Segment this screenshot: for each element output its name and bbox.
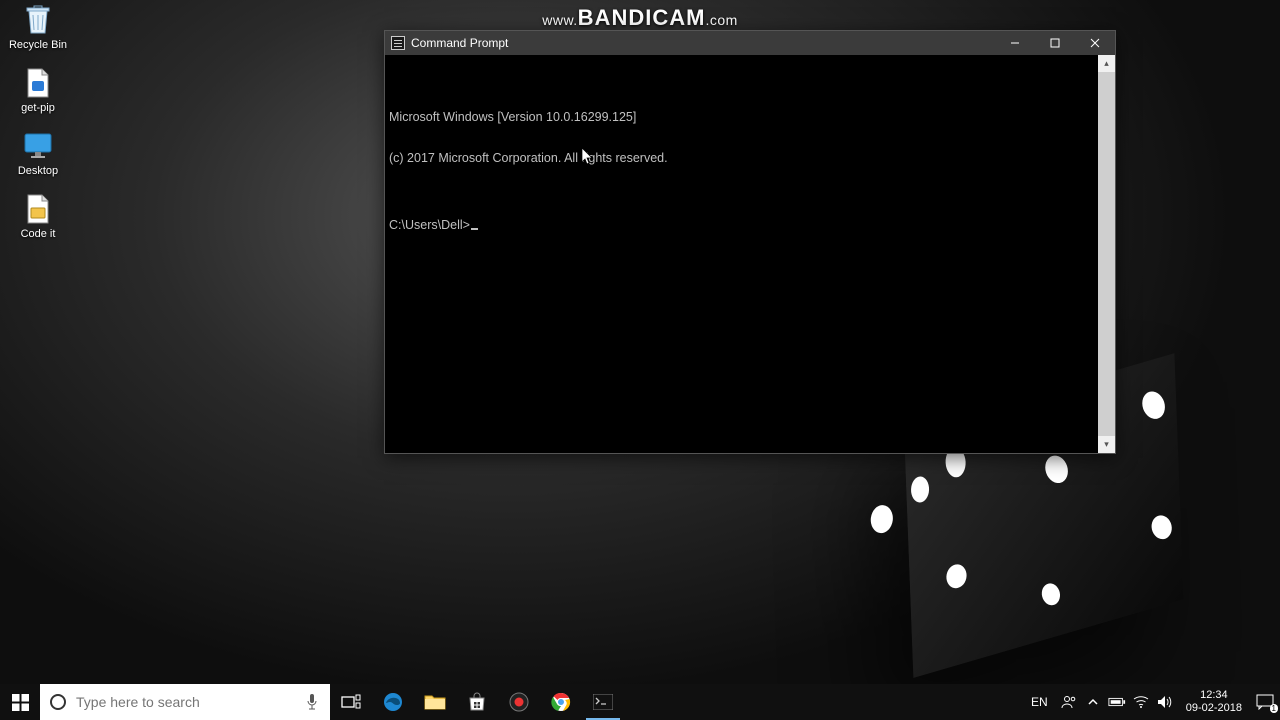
cmd-icon (391, 36, 405, 50)
terminal-scrollbar[interactable]: ▴ ▾ (1098, 55, 1115, 453)
recycle-bin-icon (22, 4, 54, 36)
system-tray: EN 12:34 09-02-2018 1 (1021, 684, 1280, 720)
folder-icon (424, 693, 446, 711)
windows-logo-icon (12, 694, 29, 711)
store-icon (467, 692, 487, 712)
taskbar-app-file-explorer[interactable] (414, 684, 456, 720)
desktop-icons: Recycle Bin get-pip Desktop Code it (4, 4, 72, 240)
taskbar-app-edge[interactable] (372, 684, 414, 720)
maximize-button[interactable] (1035, 31, 1075, 55)
folder-shortcut-icon (22, 193, 54, 225)
desktop-icon-label: get-pip (4, 102, 72, 114)
volume-icon[interactable] (1156, 693, 1174, 711)
wifi-icon[interactable] (1132, 693, 1150, 711)
cmd-taskbar-icon (593, 694, 613, 710)
desktop-icon-label: Recycle Bin (4, 39, 72, 51)
notification-badge: 1 (1270, 704, 1278, 713)
scroll-down-icon[interactable]: ▾ (1098, 436, 1115, 453)
taskbar-app-cmd[interactable] (582, 684, 624, 720)
window-title: Command Prompt (411, 36, 508, 50)
desktop[interactable]: www.BANDICAM.com Recycle Bin get-pip Des… (0, 0, 1280, 720)
desktop-icon-recycle-bin[interactable]: Recycle Bin (4, 4, 72, 51)
cortana-circle-icon (50, 694, 66, 710)
record-icon (509, 692, 529, 712)
scroll-up-icon[interactable]: ▴ (1098, 55, 1115, 72)
edge-icon (382, 691, 404, 713)
people-icon[interactable] (1060, 693, 1078, 711)
vscode-file-icon (22, 67, 54, 99)
action-center-button[interactable]: 1 (1254, 693, 1276, 711)
titlebar[interactable]: Command Prompt (385, 31, 1115, 55)
taskbar-search[interactable] (40, 684, 330, 720)
desktop-icon-code-it[interactable]: Code it (4, 193, 72, 240)
terminal-cursor (471, 228, 478, 230)
desktop-icon-desktop[interactable]: Desktop (4, 130, 72, 177)
desktop-icon-label: Desktop (4, 165, 72, 177)
tray-language[interactable]: EN (1025, 695, 1054, 709)
tray-date: 09-02-2018 (1186, 702, 1242, 715)
tray-time: 12:34 (1186, 689, 1242, 702)
tray-chevron-up-icon[interactable] (1084, 693, 1102, 711)
terminal-body[interactable]: Microsoft Windows [Version 10.0.16299.12… (385, 55, 1115, 453)
terminal-line: Microsoft Windows [Version 10.0.16299.12… (385, 111, 1115, 125)
taskbar-app-store[interactable] (456, 684, 498, 720)
taskbar-app-chrome[interactable] (540, 684, 582, 720)
terminal-prompt: C:\Users\Dell> (385, 219, 1115, 233)
task-view-icon (341, 694, 361, 710)
start-button[interactable] (0, 684, 40, 720)
task-view-button[interactable] (330, 684, 372, 720)
desktop-shortcut-icon (22, 130, 54, 162)
mouse-cursor-icon (582, 148, 594, 166)
minimize-button[interactable] (995, 31, 1035, 55)
desktop-icon-label: Code it (4, 228, 72, 240)
bandicam-watermark: www.BANDICAM.com (542, 5, 738, 31)
tray-clock[interactable]: 12:34 09-02-2018 (1180, 689, 1248, 715)
desktop-icon-get-pip[interactable]: get-pip (4, 67, 72, 114)
battery-icon[interactable] (1108, 693, 1126, 711)
taskbar-app-bandicam[interactable] (498, 684, 540, 720)
search-input[interactable] (76, 694, 296, 710)
terminal-line: (c) 2017 Microsoft Corporation. All righ… (385, 152, 1115, 166)
close-button[interactable] (1075, 31, 1115, 55)
command-prompt-window[interactable]: Command Prompt Microsoft Windows [Versio… (384, 30, 1116, 454)
chrome-icon (551, 692, 571, 712)
scroll-track[interactable] (1098, 72, 1115, 436)
taskbar: EN 12:34 09-02-2018 1 (0, 684, 1280, 720)
microphone-icon[interactable] (306, 693, 320, 711)
